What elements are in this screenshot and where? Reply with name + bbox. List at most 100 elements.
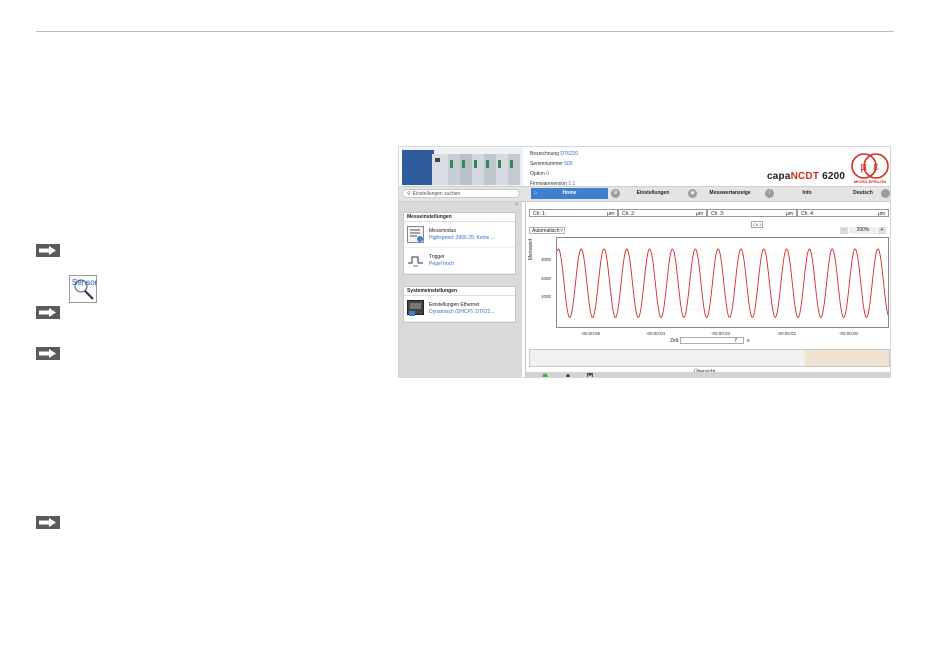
sensor-search-icon: Sensor xyxy=(69,275,97,303)
info-icon: i xyxy=(765,189,774,198)
y-tick-label: 3000 xyxy=(541,257,552,262)
device-image xyxy=(402,148,523,187)
product-highlight: NCDT xyxy=(790,171,820,182)
logo-text: MICRO-EPSILON xyxy=(853,179,887,184)
item-label: Einstellungen Ethernet xyxy=(429,302,480,308)
y-axis-label: Messwert xyxy=(528,238,534,260)
x-tick-label: -00:00:00 xyxy=(839,331,859,336)
signal-chart[interactable] xyxy=(556,237,889,328)
y-tick-label: 1000 xyxy=(541,294,552,299)
search-placeholder: Einstellungen suchen xyxy=(412,191,461,197)
item-value: Pegel hoch xyxy=(429,261,455,267)
item-label: Trigger xyxy=(429,254,445,260)
product-title: capaNCDT 6200 xyxy=(767,171,845,182)
option-value: 0 xyxy=(546,171,549,177)
gauge-icon: ◉ xyxy=(688,189,697,198)
channel-label: Ch. 4: xyxy=(801,211,815,217)
channel-1-field: Ch. 1: µm xyxy=(529,209,618,217)
tab-info-label: Info xyxy=(802,190,812,196)
overview-strip[interactable] xyxy=(529,349,890,367)
channel-4-field: Ch. 4: µm xyxy=(797,209,889,217)
navigation-bar: ⚲ Einstellungen suchen ⌂ Home ⚙ Einstellu… xyxy=(399,186,890,202)
channel-unit: µm xyxy=(606,211,614,217)
zoom-in-button[interactable]: + xyxy=(878,227,886,234)
group-title: Messeinstellungen xyxy=(404,213,515,222)
tab-home[interactable]: ⌂ Home xyxy=(531,188,608,199)
item-label: Messmodus xyxy=(429,228,456,234)
channel-2-field: Ch. 2: µm xyxy=(618,209,707,217)
time-unit: s xyxy=(747,338,750,344)
search-icon: ⚲ xyxy=(407,191,411,197)
trigger-icon xyxy=(408,256,423,267)
language-select[interactable]: Deutsch xyxy=(843,188,883,199)
time-window-input[interactable]: 7 xyxy=(680,337,744,344)
settings-sidebar: × Messeinstellungen Messmodus Highspeed:… xyxy=(399,202,522,377)
arrow-right-icon xyxy=(36,516,60,529)
measurement-panel: Ch. 1: µm Ch. 2: µm Ch. 3: µm Ch. 4: µm Ch.1… xyxy=(525,202,890,378)
list-item-messmodus[interactable]: Messmodus Highspeed: 3906.25; Keine ... xyxy=(404,222,515,248)
channel-unit: µm xyxy=(695,211,703,217)
web-interface-screenshot: Bezeichnung DT6220 Seriennummer 500 Opti… xyxy=(398,146,891,378)
group-title: Systemeinstellungen xyxy=(404,287,515,296)
svg-text:μ: μ xyxy=(860,160,867,173)
y-tick-label: 2000 xyxy=(541,276,552,281)
tab-einstellungen[interactable]: Einstellungen xyxy=(622,188,684,199)
scale-mode-select[interactable]: Automatisch ˅ xyxy=(529,227,565,234)
measure-mode-icon xyxy=(407,226,424,243)
option-label: Option xyxy=(530,171,545,177)
gear-icon: ⚙ xyxy=(611,189,620,198)
arrow-right-icon xyxy=(36,306,60,319)
overview-selection[interactable] xyxy=(805,350,889,366)
channel-label: Ch. 3: xyxy=(711,211,725,217)
close-icon[interactable]: × xyxy=(515,202,521,208)
zoom-out-button[interactable]: - xyxy=(840,227,848,234)
scale-mode-value: Automatisch xyxy=(532,228,560,234)
zoom-value: 200% xyxy=(849,227,877,234)
channel-3-field: Ch. 3: µm xyxy=(707,209,797,217)
x-tick-label: -00:00:03 xyxy=(711,331,731,336)
seriennummer-value: 500 xyxy=(564,161,573,167)
group-messeinstellungen: Messeinstellungen Messmodus Highspeed: 3… xyxy=(403,212,516,275)
header: Bezeichnung DT6220 Seriennummer 500 Opti… xyxy=(399,147,890,189)
channel-unit: µm xyxy=(877,211,885,217)
search-input[interactable]: ⚲ Einstellungen suchen xyxy=(402,189,520,198)
product-prefix: capa xyxy=(767,171,791,182)
stop-icon[interactable] xyxy=(565,373,571,378)
x-tick-label: -00:00:06 xyxy=(581,331,601,336)
x-tick-label: -00:00:02 xyxy=(777,331,797,336)
x-tick-label: -00:00:04 xyxy=(646,331,666,336)
signal-series-line xyxy=(557,248,888,318)
item-value: Highspeed: 3906.25; Keine ... xyxy=(429,235,495,241)
top-divider xyxy=(36,31,894,32)
channel-label: Ch. 2: xyxy=(622,211,636,217)
arrow-right-icon xyxy=(36,244,60,257)
play-icon[interactable] xyxy=(542,373,548,378)
device-info: Bezeichnung DT6220 Seriennummer 500 Opti… xyxy=(530,149,578,189)
group-systemeinstellungen: Systemeinstellungen Einstellungen Ethern… xyxy=(403,286,516,323)
ethernet-icon xyxy=(407,300,424,316)
bezeichnung-value: DT6220 xyxy=(560,151,579,157)
bezeichnung-label: Bezeichnung xyxy=(530,151,559,157)
channel-unit: µm xyxy=(785,211,793,217)
tab-info[interactable]: Info xyxy=(776,188,838,199)
tab-home-label: Home xyxy=(562,190,577,196)
list-item-ethernet[interactable]: Einstellungen Ethernet Dynamisch (DHCP):… xyxy=(404,296,515,322)
seriennummer-label: Seriennummer xyxy=(530,161,563,167)
save-icon[interactable] xyxy=(587,373,593,378)
item-value: Dynamisch (DHCP): DT622... xyxy=(429,309,495,315)
chevron-down-icon: ˅ xyxy=(560,228,563,234)
channel-select-button[interactable]: Ch.1 xyxy=(751,221,764,228)
chevron-down-icon[interactable] xyxy=(881,189,890,198)
list-item-trigger[interactable]: Trigger Pegel hoch xyxy=(404,248,515,274)
home-icon: ⌂ xyxy=(534,190,538,196)
micro-epsilon-logo-icon: μ ε xyxy=(851,153,889,179)
bottom-toolbar xyxy=(526,372,890,378)
arrow-right-icon xyxy=(36,347,60,360)
product-model: 6200 xyxy=(819,171,846,182)
svg-text:ε: ε xyxy=(873,160,879,173)
tab-messwertanzeige-label: Messwertanzeige xyxy=(709,190,751,196)
channel-label: Ch. 1: xyxy=(533,211,547,217)
tab-messwertanzeige[interactable]: Messwertanzeige xyxy=(699,188,761,199)
tab-einstellungen-label: Einstellungen xyxy=(636,190,670,196)
time-label: Zeit xyxy=(670,338,679,344)
